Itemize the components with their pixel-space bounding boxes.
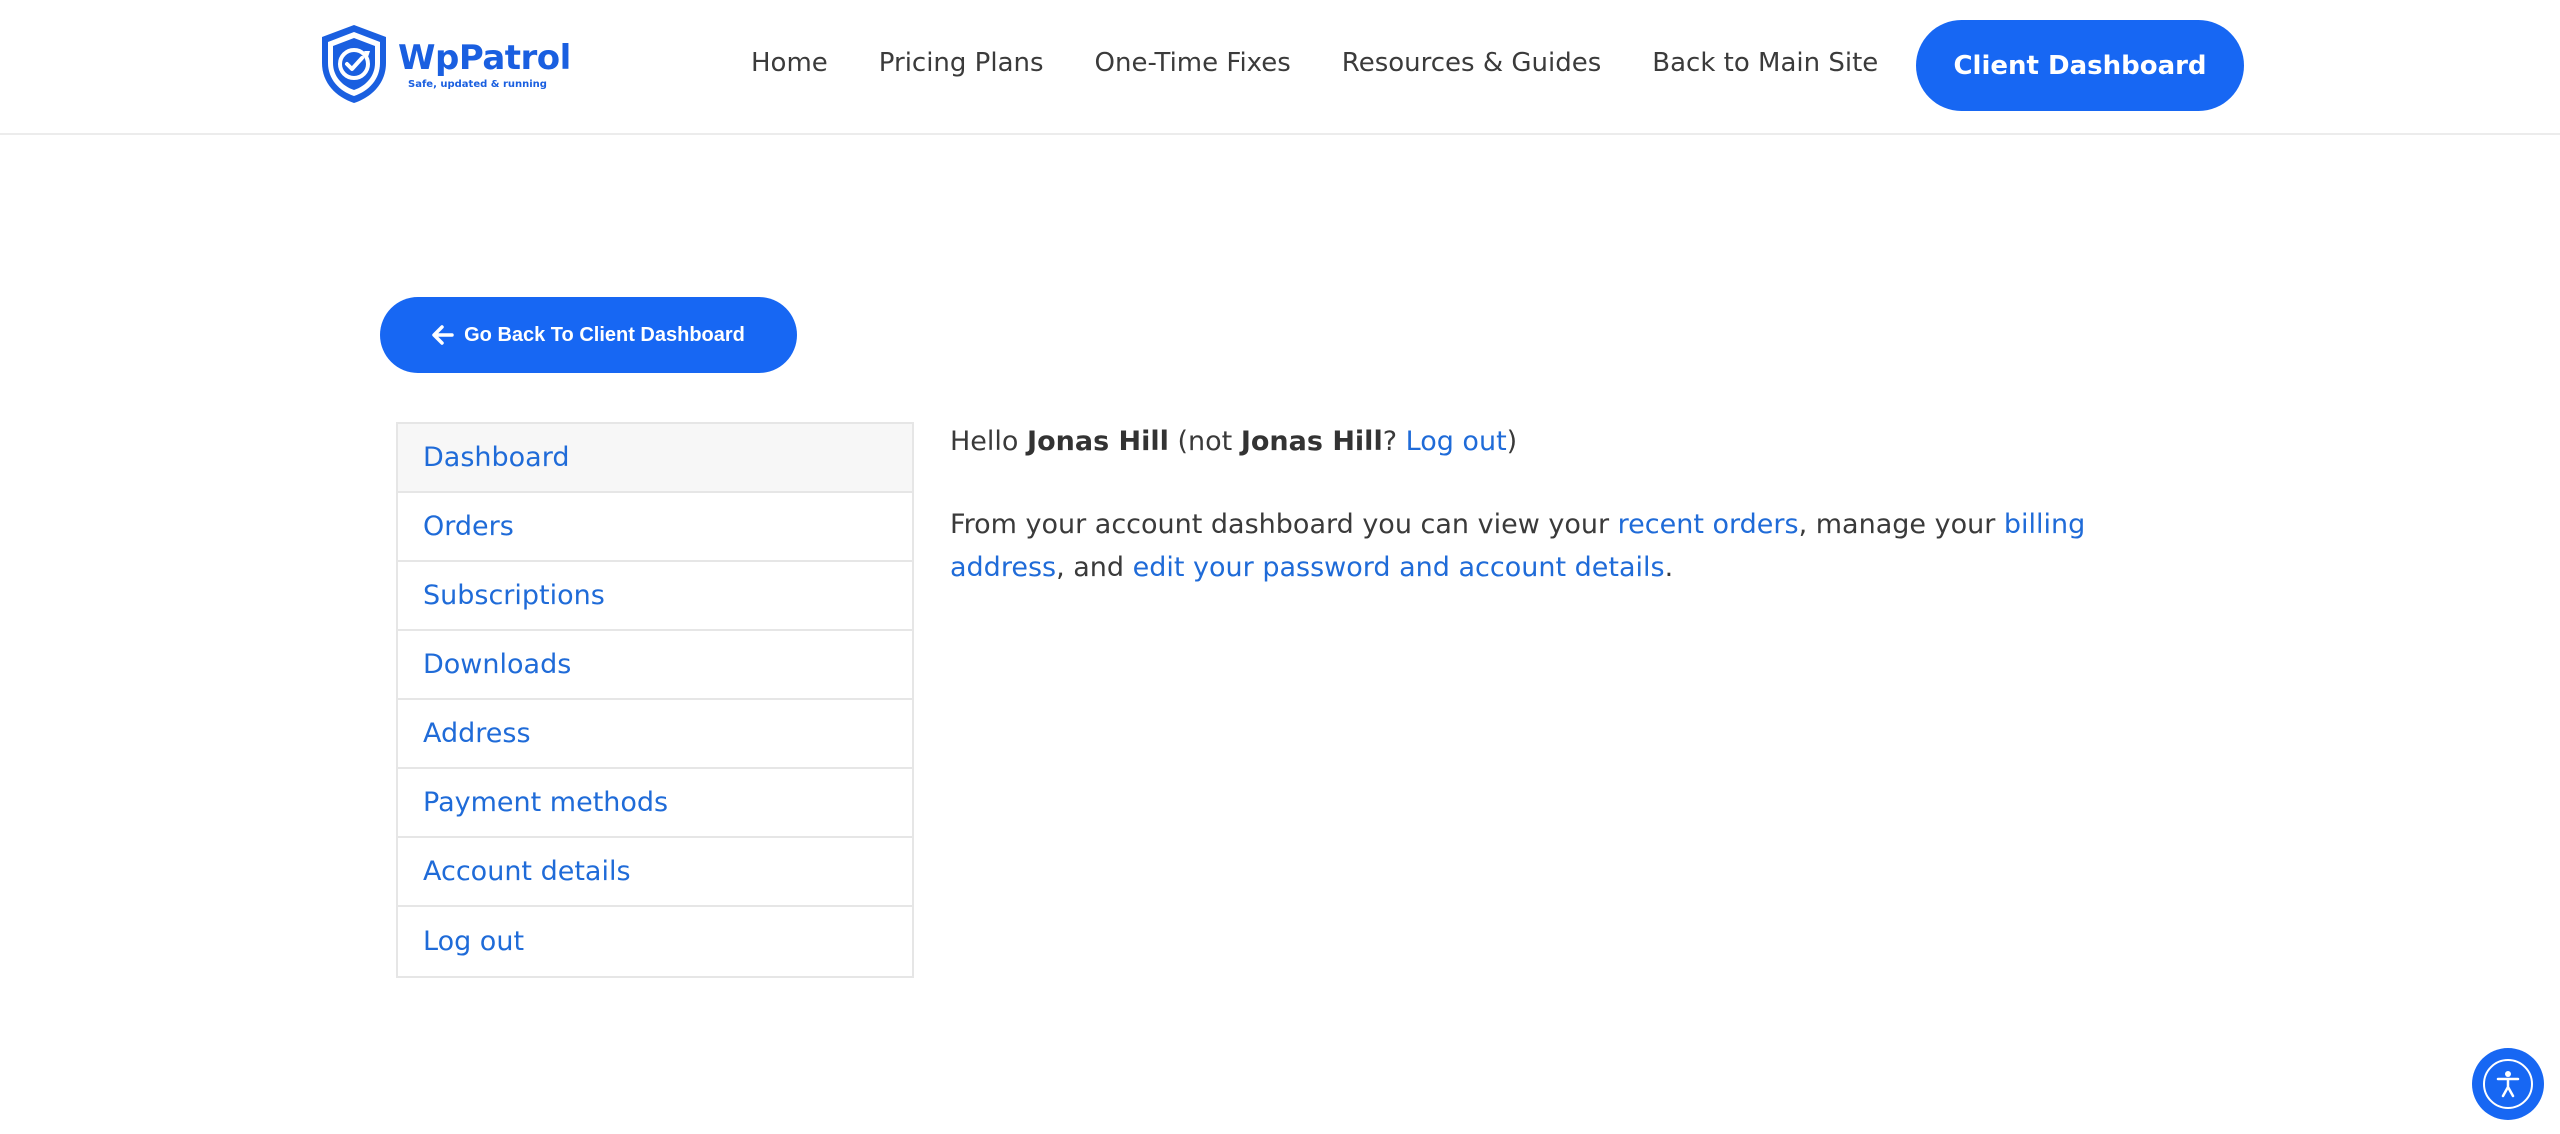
recent-orders-link[interactable]: recent orders: [1618, 509, 1799, 540]
user-name: Jonas Hill: [1027, 426, 1169, 457]
logout-link[interactable]: Log out: [1406, 426, 1507, 457]
client-dashboard-button[interactable]: Client Dashboard: [1916, 20, 2244, 111]
nav-pricing-plans[interactable]: Pricing Plans: [879, 48, 1044, 78]
close-paren: ): [1506, 426, 1518, 457]
logo-name: WpPatrol: [398, 37, 571, 78]
desc-text-3: , and: [1056, 552, 1133, 583]
nav-one-time-fixes[interactable]: One-Time Fixes: [1095, 48, 1291, 78]
account-nav-subscriptions[interactable]: Subscriptions: [398, 562, 912, 631]
account-content: Hello Jonas Hill (not Jonas Hill? Log ou…: [950, 420, 2170, 589]
edit-account-link[interactable]: edit your password and account details: [1133, 552, 1665, 583]
not-prefix: (not: [1168, 426, 1241, 457]
dashboard-description: From your account dashboard you can view…: [950, 503, 2170, 589]
site-header: WpPatrol Safe, updated & running Home Pr…: [0, 0, 2560, 135]
nav-resources-guides[interactable]: Resources & Guides: [1342, 48, 1601, 78]
account-nav-downloads[interactable]: Downloads: [398, 631, 912, 700]
not-user-name: Jonas Hill: [1240, 426, 1383, 457]
account-nav-payment-methods[interactable]: Payment methods: [398, 769, 912, 838]
account-navigation: Dashboard Orders Subscriptions Downloads…: [396, 422, 914, 978]
desc-text-4: .: [1664, 552, 1674, 583]
accessibility-button[interactable]: [2472, 1048, 2544, 1120]
arrow-left-icon: [432, 325, 454, 345]
main-nav: Home Pricing Plans One-Time Fixes Resour…: [751, 48, 1878, 78]
account-nav-address[interactable]: Address: [398, 700, 912, 769]
account-nav-dashboard[interactable]: Dashboard: [398, 424, 912, 493]
nav-home[interactable]: Home: [751, 48, 828, 78]
site-logo[interactable]: WpPatrol Safe, updated & running: [318, 23, 571, 105]
go-back-button[interactable]: Go Back To Client Dashboard: [380, 297, 797, 373]
account-nav-account-details[interactable]: Account details: [398, 838, 912, 907]
account-nav-log-out[interactable]: Log out: [398, 907, 912, 976]
shield-logo-icon: [322, 25, 386, 103]
go-back-label: Go Back To Client Dashboard: [464, 323, 745, 346]
greeting-prefix: Hello: [950, 426, 1028, 457]
greeting: Hello Jonas Hill (not Jonas Hill? Log ou…: [950, 420, 2170, 463]
question-mark: ?: [1382, 426, 1406, 457]
account-nav-orders[interactable]: Orders: [398, 493, 912, 562]
logo-tagline: Safe, updated & running: [408, 78, 547, 90]
accessibility-icon: [2496, 1071, 2520, 1098]
nav-back-to-main-site[interactable]: Back to Main Site: [1652, 48, 1878, 78]
desc-text-2: , manage your: [1798, 509, 2004, 540]
desc-text-1: From your account dashboard you can view…: [950, 509, 1618, 540]
